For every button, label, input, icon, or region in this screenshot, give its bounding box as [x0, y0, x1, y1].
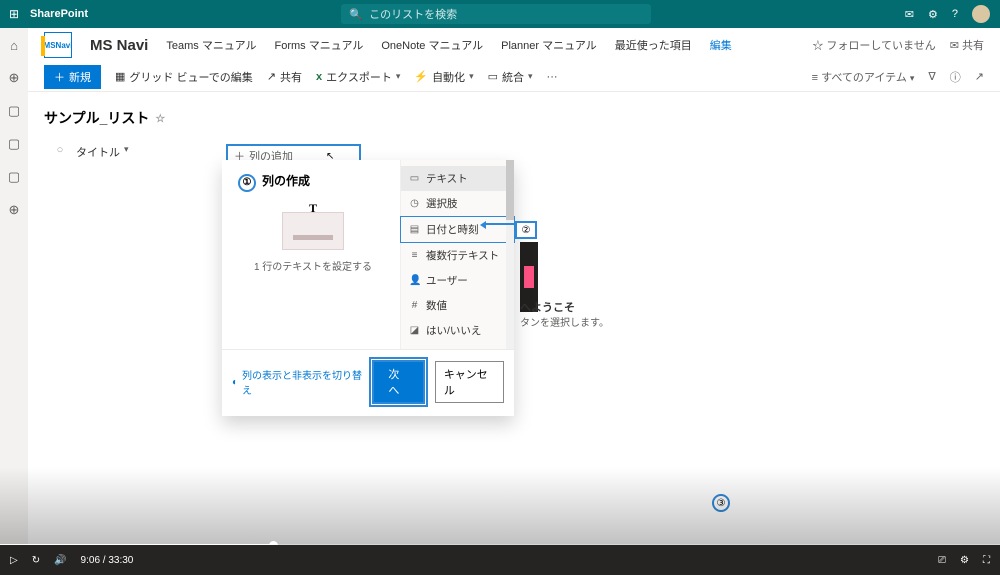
column-title[interactable]: タイトル ▾ — [76, 144, 226, 168]
welcome-text-2: タンを選択します。 — [520, 314, 609, 329]
annotation-marker-1: ① — [238, 174, 256, 192]
help-icon[interactable]: ? — [952, 8, 958, 20]
nav-planner[interactable]: Planner マニュアル — [501, 37, 597, 53]
rail-item-icon[interactable]: ▢ — [8, 103, 20, 119]
choice-icon: ◷ — [409, 198, 420, 209]
player-settings-button[interactable]: ⚙ — [960, 555, 969, 566]
suite-bar: ⊞ SharePoint 🔍 このリストを検索 ✉ ⚙ ? — [0, 0, 1000, 28]
nav-forms[interactable]: Forms マニュアル — [274, 37, 363, 53]
list-title: サンプル_リスト ☆ — [44, 108, 984, 128]
player-gradient — [0, 467, 1000, 547]
column-type-list: ▭テキスト ◷選択肢 ▤日付と時刻 ≡複数行テキスト 👤ユーザー #数値 ◪はい… — [400, 160, 514, 349]
new-button[interactable]: ＋ 新規 — [44, 65, 101, 89]
search-wrap: 🔍 このリストを検索 — [88, 4, 905, 24]
rail-item-icon[interactable]: ▢ — [8, 136, 20, 152]
avatar[interactable] — [972, 5, 990, 23]
panel-footer: ◐ 列の表示と非表示を切り替え ③ 次へ キャンセル — [222, 349, 514, 416]
rail-create-icon[interactable]: ⊕ — [9, 70, 20, 86]
site-logo[interactable]: MSNavi — [44, 32, 72, 58]
video-player-bar: ▷ ↻ 🔊 9:06 / 33:30 ⎚ ⚙ ⛶ — [0, 545, 1000, 575]
integrate-button[interactable]: ▭ 統合 ▾ — [488, 69, 533, 85]
cancel-button[interactable]: キャンセル — [435, 361, 504, 403]
welcome-text-1: へようこそ — [520, 299, 575, 315]
nav-teams[interactable]: Teams マニュアル — [166, 37, 256, 53]
export-button[interactable]: x エクスポート ▾ — [316, 69, 400, 85]
settings-icon[interactable]: ⚙ — [928, 8, 938, 21]
share-button[interactable]: ↗ 共有 — [267, 69, 302, 85]
command-bar: ＋ 新規 ▦ グリッド ビューでの編集 ↗ 共有 x エクスポート ▾ ⚡ 自動… — [28, 62, 1000, 92]
nav-recent[interactable]: 最近使った項目 — [615, 37, 692, 53]
view-selector[interactable]: ≡ すべてのアイテム ▾ — [812, 69, 915, 85]
toggle-columns-link[interactable]: ◐ 列の表示と非表示を切り替え — [232, 367, 362, 397]
share-button[interactable]: ✉ 共有 — [950, 37, 984, 53]
skip-button[interactable]: ↻ — [32, 555, 40, 566]
list-content: サンプル_リスト ☆ ○ タイトル ▾ ＋ 列の追加 — [28, 92, 1000, 184]
suite-right: ✉ ⚙ ? — [905, 5, 990, 23]
site-header: MSNavi MS Navi Teams マニュアル Forms マニュアル O… — [28, 28, 1000, 62]
info-icon[interactable]: ⓘ — [950, 69, 961, 85]
expand-icon[interactable]: ↗ — [975, 70, 984, 83]
more-button[interactable]: ··· — [547, 71, 558, 83]
type-person[interactable]: 👤ユーザー — [401, 268, 514, 293]
rail-home-icon[interactable]: ⌂ — [10, 38, 18, 53]
rail-item-icon[interactable]: ▢ — [8, 169, 20, 185]
number-icon: # — [409, 300, 420, 311]
text-column-preview-icon — [282, 212, 344, 250]
filter-icon[interactable]: ∇ — [928, 70, 935, 83]
type-multiline[interactable]: ≡複数行テキスト — [401, 243, 514, 268]
search-icon: 🔍 — [349, 8, 363, 21]
time-display: 9:06 / 33:30 — [81, 555, 134, 566]
type-datetime[interactable]: ▤日付と時刻 — [400, 216, 515, 243]
send-icon[interactable]: ✉ — [905, 8, 914, 21]
automate-button[interactable]: ⚡ 自動化 ▾ — [414, 69, 473, 85]
type-text[interactable]: ▭テキスト — [401, 166, 514, 191]
follow-toggle[interactable]: ☆ フォローしていません — [812, 37, 935, 53]
type-choice[interactable]: ◷選択肢 — [401, 191, 514, 216]
app-launcher-icon[interactable]: ⊞ — [0, 7, 28, 21]
panel-heading: 列の作成 — [262, 174, 310, 188]
calendar-icon: ▤ — [409, 224, 420, 235]
select-all-toggle[interactable]: ○ — [44, 144, 76, 168]
search-input[interactable]: 🔍 このリストを検索 — [341, 4, 651, 24]
annotation-arrow — [485, 223, 515, 225]
panel-preview: ① 列の作成 1 行のテキストを設定する — [222, 160, 400, 349]
next-button[interactable]: 次へ — [372, 360, 424, 404]
captions-button[interactable]: ⎚ — [938, 555, 946, 566]
suite-app-name: SharePoint — [30, 8, 88, 20]
annotation-marker-2: ② — [515, 221, 537, 239]
type-yesno[interactable]: ◪はい/いいえ — [401, 318, 514, 343]
rail-add-icon[interactable]: ⊕ — [9, 202, 20, 218]
nav-edit[interactable]: 編集 — [710, 37, 732, 53]
fullscreen-button[interactable]: ⛶ — [983, 555, 990, 566]
text-icon: ▭ — [409, 173, 420, 184]
nav-onenote[interactable]: OneNote マニュアル — [381, 37, 483, 53]
panel-description: 1 行のテキストを設定する — [234, 258, 392, 273]
volume-button[interactable]: 🔊 — [54, 555, 66, 566]
favorite-icon[interactable]: ☆ — [155, 112, 165, 125]
grid-edit-button[interactable]: ▦ グリッド ビューでの編集 — [115, 69, 253, 85]
person-icon: 👤 — [409, 275, 420, 286]
play-button[interactable]: ▷ — [10, 555, 18, 566]
search-placeholder: このリストを検索 — [369, 6, 457, 22]
scrollbar[interactable] — [506, 160, 514, 349]
multiline-icon: ≡ — [409, 250, 420, 261]
site-name[interactable]: MS Navi — [90, 37, 148, 54]
create-column-panel: ① 列の作成 1 行のテキストを設定する ▭テキスト ◷選択肢 ▤日付と時刻 ≡複… — [222, 160, 514, 416]
column-headers: ○ タイトル ▾ ＋ 列の追加 — [44, 144, 984, 168]
yesno-icon: ◪ — [409, 325, 420, 336]
type-number[interactable]: #数値 — [401, 293, 514, 318]
